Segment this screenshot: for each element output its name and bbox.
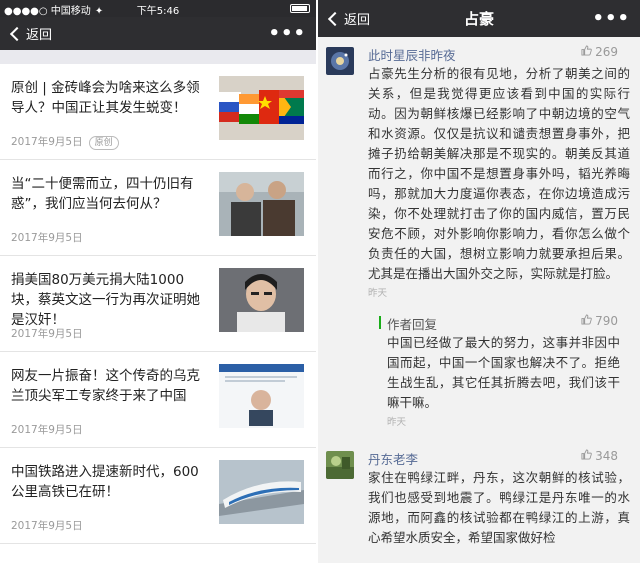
comment-text: 占豪先生分析的很有见地，分析了朝美之间的关系，但是我觉得更应该看到中国的实际行动… — [368, 66, 630, 281]
thumbs-up-icon — [581, 45, 592, 59]
article-date: 2017年9月5日 — [11, 232, 83, 244]
article-title: 网友一片振奋！这个传奇的乌克兰顶尖军工专家终于来了中国 — [11, 368, 200, 404]
article-thumbnail-webpage — [219, 364, 304, 428]
article-thumbnail-flags — [219, 76, 304, 140]
avatar[interactable] — [326, 47, 354, 75]
reply-text: 中国已经做了最大的努力，这事并非因中国而起，中国一个国家也解决不了。拒绝生战生乱… — [387, 335, 620, 410]
comments-screen: 返回 占豪 ••• 此时星辰非昨夜 269 占豪先生分析的很有见地，分析了朝美之… — [318, 0, 640, 563]
thumbs-up-icon — [581, 449, 592, 463]
commenter-name[interactable]: 丹东老李 — [368, 449, 418, 468]
avatar[interactable] — [326, 451, 354, 479]
more-button[interactable]: ••• — [268, 17, 306, 50]
back-label: 返回 — [26, 28, 53, 43]
reply-author-label: 作者回复 — [387, 317, 438, 332]
article-date: 2017年9月5日 原创 — [11, 134, 119, 150]
like-count: 790 — [595, 314, 618, 328]
status-time: 下午5:46 — [136, 6, 180, 17]
status-bar: ●●●●○ 中国移动 ✦ 下午5:46 — [0, 0, 316, 17]
comment-time: 昨天 — [368, 288, 388, 299]
thumbs-up-icon — [581, 314, 592, 328]
comment-text: 家住在鸭绿江畔，丹东，这次朝鲜的核试验，我们也感受到地震了。鸭绿江是丹东唯一的水… — [368, 470, 630, 545]
back-button[interactable]: 返回 — [8, 17, 52, 50]
article-item[interactable]: 捐美国80万美元捐大陆1000块，蔡英文这一行为再次证明她是汉奸！ 2017年9… — [0, 256, 316, 352]
nav-bar: 返回 占豪 ••• — [318, 0, 640, 37]
article-thumbnail-train — [219, 460, 304, 524]
commenter-name[interactable]: 此时星辰非昨夜 — [368, 45, 456, 64]
article-date: 2017年9月5日 — [11, 328, 83, 340]
article-date: 2017年9月5日 — [11, 520, 83, 532]
reply-indicator — [379, 316, 381, 329]
article-item[interactable]: 当“二十便需而立，四十仍旧有惑”，我们应当何去何从？ 2017年9月5日 — [0, 160, 316, 256]
article-title: 中国铁路进入提速新时代，600公里高铁已在研！ — [11, 464, 199, 500]
comment-list: 此时星辰非昨夜 269 占豪先生分析的很有见地，分析了朝美之间的关系，但是我觉得… — [318, 37, 640, 548]
reply-time: 昨天 — [387, 417, 407, 428]
article-item[interactable]: 原创 | 金砖峰会为啥来这么多领导人？中国正让其发生蜕变！ 2017年9月5日原… — [0, 64, 316, 160]
author-reply: 作者回复 790 中国已经做了最大的努力，这事并非因中国而起，中国一个国家也解决… — [379, 313, 630, 428]
original-badge: 原创 — [88, 136, 119, 150]
battery-icon — [290, 4, 310, 13]
article-title: 原创 | 金砖峰会为啥来这么多领导人？中国正让其发生蜕变！ — [11, 80, 200, 116]
chevron-left-icon — [9, 26, 25, 41]
comment-header: 丹东老李 348 — [368, 448, 630, 468]
like-button[interactable]: 348 — [581, 449, 618, 463]
like-count: 348 — [595, 449, 618, 463]
comment-item: 丹东老李 348 家住在鸭绿江畔，丹东，这次朝鲜的核试验，我们也感受到地震了。鸭… — [318, 448, 640, 548]
article-thumbnail-photo — [219, 172, 304, 236]
comment-header: 此时星辰非昨夜 269 — [368, 44, 630, 64]
article-thumbnail-portrait — [219, 268, 304, 332]
list-top-gap — [0, 50, 316, 64]
reply-header: 作者回复 790 — [383, 313, 620, 333]
comment-item: 此时星辰非昨夜 269 占豪先生分析的很有见地，分析了朝美之间的关系，但是我觉得… — [318, 44, 640, 428]
article-item[interactable]: 中国铁路进入提速新时代，600公里高铁已在研！ 2017年9月5日 — [0, 448, 316, 544]
article-title: 当“二十便需而立，四十仍旧有惑”，我们应当何去何从？ — [11, 176, 194, 212]
article-title: 捐美国80万美元捐大陆1000块，蔡英文这一行为再次证明她是汉奸！ — [11, 272, 200, 328]
article-date: 2017年9月5日 — [11, 424, 83, 436]
like-button[interactable]: 269 — [581, 45, 618, 59]
article-list-screen: ●●●●○ 中国移动 ✦ 下午5:46 返回 ••• 原创 | 金砖峰会为啥来这么… — [0, 0, 316, 563]
nav-bar: 返回 ••• — [0, 17, 316, 50]
article-item[interactable]: 网友一片振奋！这个传奇的乌克兰顶尖军工专家终于来了中国 2017年9月5日 — [0, 352, 316, 448]
more-button[interactable]: ••• — [592, 0, 630, 37]
like-count: 269 — [595, 45, 618, 59]
like-button[interactable]: 790 — [581, 314, 618, 328]
